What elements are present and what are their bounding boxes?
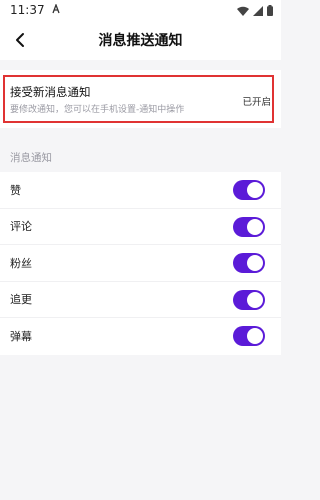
chevron-left-icon bbox=[16, 33, 24, 47]
toggle-knob bbox=[247, 291, 263, 308]
toggle-knob bbox=[247, 182, 263, 198]
accept-new-message-setting[interactable]: 接受新消息通知 要修改通知，您可以在手机设置-通知中操作 已开启 bbox=[0, 70, 281, 128]
section-label: 消息通知 bbox=[10, 152, 52, 164]
spacer bbox=[0, 60, 281, 70]
list-item-label: 追更 bbox=[10, 293, 32, 307]
status-time: 11:37 bbox=[10, 3, 45, 17]
list-item-label: 评论 bbox=[10, 220, 32, 234]
fans-toggle[interactable] bbox=[233, 253, 265, 273]
likes-toggle[interactable] bbox=[233, 180, 265, 200]
signal-icon bbox=[253, 1, 263, 20]
accept-subtitle: 要修改通知，您可以在手机设置-通知中操作 bbox=[10, 105, 185, 115]
follow-updates-toggle[interactable] bbox=[233, 289, 265, 310]
list-item-fans: 粉丝 bbox=[0, 245, 281, 282]
toggle-knob bbox=[247, 255, 263, 271]
wifi-icon bbox=[237, 1, 249, 20]
accept-status: 已开启 bbox=[242, 97, 271, 108]
accept-title: 接受新消息通知 bbox=[10, 85, 91, 99]
danmaku-toggle[interactable] bbox=[233, 326, 265, 346]
list-item-comments: 评论 bbox=[0, 209, 281, 245]
list-item-danmaku: 弹幕 bbox=[0, 318, 281, 355]
toggle-knob bbox=[247, 218, 263, 235]
notification-list: 赞 评论 粉丝 追更 弹幕 bbox=[0, 172, 281, 355]
navigation-bar: 消息推送通知 bbox=[0, 20, 281, 60]
battery-icon bbox=[267, 1, 273, 20]
list-item-likes: 赞 bbox=[0, 172, 281, 209]
list-item-label: 弹幕 bbox=[10, 330, 32, 344]
list-item-follow-updates: 追更 bbox=[0, 282, 281, 318]
notification-icon bbox=[51, 3, 61, 17]
list-item-label: 赞 bbox=[10, 183, 21, 197]
page-title: 消息推送通知 bbox=[98, 33, 183, 49]
back-button[interactable] bbox=[8, 28, 32, 52]
status-bar: 11:37 bbox=[0, 0, 281, 20]
toggle-knob bbox=[247, 328, 263, 344]
comments-toggle[interactable] bbox=[233, 216, 265, 237]
list-item-label: 粉丝 bbox=[10, 256, 32, 270]
